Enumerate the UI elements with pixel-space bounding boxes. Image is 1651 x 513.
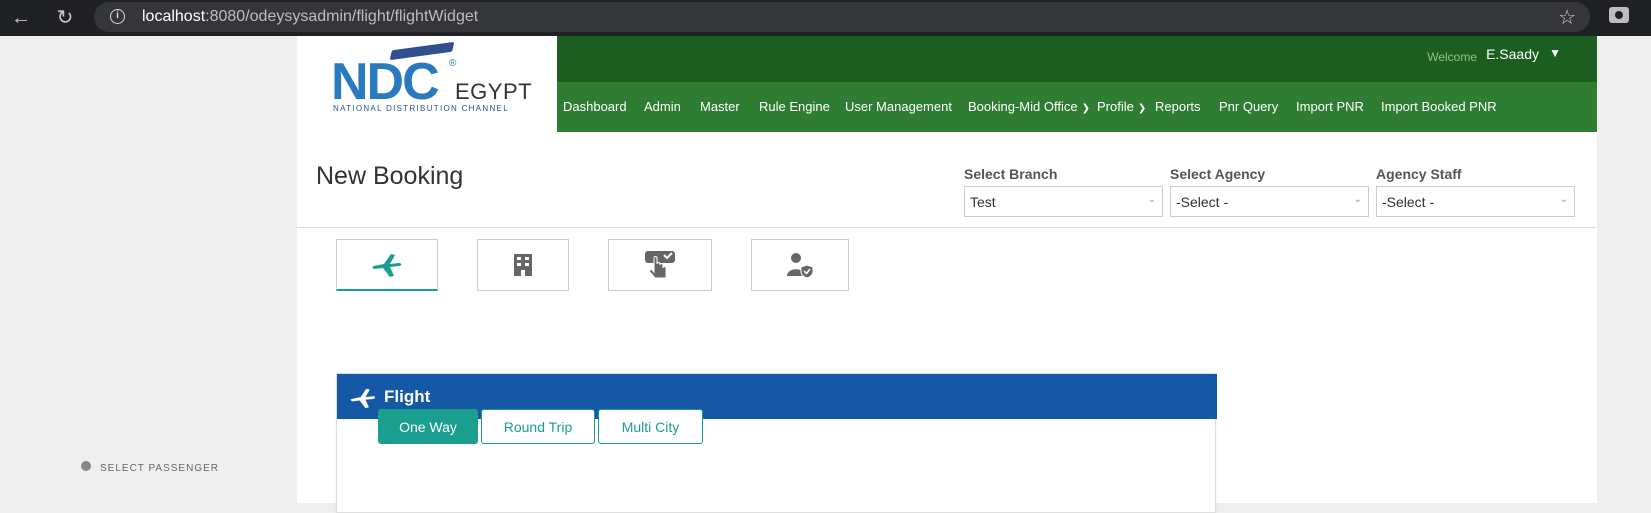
nav-reports[interactable]: Reports	[1155, 99, 1201, 114]
logo[interactable]: NDC ® EGYPT NATIONAL DISTRIBUTION CHANNE…	[297, 36, 557, 132]
branch-select[interactable]: Test ⌄	[964, 186, 1163, 217]
nav-master[interactable]: Master	[700, 99, 740, 114]
nav-admin[interactable]: Admin	[644, 99, 681, 114]
nav-dashboard[interactable]: Dashboard	[563, 99, 627, 114]
url-host: localhost	[142, 8, 206, 25]
flight-panel-title: Flight	[384, 387, 431, 406]
user-shield-icon	[787, 253, 814, 279]
airplane-icon	[350, 388, 376, 409]
tab-insurance[interactable]	[751, 239, 849, 291]
tab-flight[interactable]	[336, 239, 438, 291]
tab-select[interactable]	[608, 239, 712, 291]
agency-label: Select Agency	[1170, 166, 1266, 182]
branch-value: Test	[970, 194, 996, 210]
hand-select-icon	[645, 251, 675, 279]
passenger-icon	[81, 461, 91, 471]
multi-city-button[interactable]: Multi City	[598, 409, 703, 444]
url-text[interactable]: localhost:8080/odeysysadmin/flight/fligh…	[142, 8, 478, 26]
agency-select[interactable]: -Select - ⌄	[1170, 186, 1369, 217]
logo-tagline: NATIONAL DISTRIBUTION CHANNEL	[333, 104, 509, 113]
bookmark-star-icon[interactable]: ☆	[1558, 5, 1576, 30]
chevron-down-icon: ⌄	[1147, 194, 1156, 205]
logo-brand: NDC	[331, 53, 440, 111]
main-nav: Dashboard Admin Master Rule Engine User …	[557, 82, 1597, 132]
round-trip-button[interactable]: Round Trip	[481, 409, 595, 444]
info-icon[interactable]: i	[110, 9, 125, 24]
staff-label: Agency Staff	[1376, 166, 1462, 182]
select-passenger-label: SELECT PASSENGER	[100, 463, 219, 474]
chevron-down-icon: ⌄	[1353, 194, 1362, 205]
agency-filter: Select Agency -Select - ⌄	[1170, 166, 1369, 217]
page-title: New Booking	[316, 162, 464, 190]
staff-value: -Select -	[1382, 194, 1435, 210]
nav-import-booked-pnr[interactable]: Import Booked PNR	[1381, 99, 1497, 114]
nav-pnr-query[interactable]: Pnr Query	[1219, 99, 1278, 114]
header-divider	[297, 227, 1597, 228]
nav-rule-engine[interactable]: Rule Engine	[759, 99, 830, 114]
back-arrow-icon[interactable]: ←	[8, 5, 34, 31]
chevron-down-icon: ❯	[1081, 103, 1090, 114]
nav-booking-mid-office[interactable]: Booking-Mid Office ❯	[968, 99, 1090, 114]
url-path: :8080/odeysysadmin/flight/flightWidget	[205, 8, 479, 25]
nav-profile-label: Profile	[1097, 99, 1134, 114]
hotel-building-icon	[514, 254, 532, 276]
address-bar[interactable]: i localhost:8080/odeysysadmin/flight/fli…	[94, 2, 1590, 32]
nav-booking-mid-office-label: Booking-Mid Office	[968, 99, 1078, 114]
chevron-down-icon: ⌄	[1559, 194, 1568, 205]
camera-icon[interactable]	[1609, 7, 1629, 23]
user-menu[interactable]: E.Saady	[1486, 46, 1539, 62]
welcome-text: Welcome	[1427, 50, 1477, 64]
nav-profile[interactable]: Profile ❯	[1097, 99, 1146, 114]
agency-value: -Select -	[1176, 194, 1229, 210]
nav-user-management[interactable]: User Management	[845, 99, 952, 114]
staff-select[interactable]: -Select - ⌄	[1376, 186, 1575, 217]
one-way-button[interactable]: One Way	[378, 409, 478, 444]
airplane-icon	[372, 253, 402, 277]
chevron-down-icon: ❯	[1137, 103, 1147, 114]
nav-import-pnr[interactable]: Import PNR	[1296, 99, 1364, 114]
tab-hotel[interactable]	[477, 239, 569, 291]
branch-filter: Select Branch Test ⌄	[964, 166, 1163, 217]
top-bar: Welcome E.Saady ▼	[557, 36, 1597, 82]
reload-icon[interactable]: ↻	[52, 5, 78, 31]
branch-label: Select Branch	[964, 166, 1058, 182]
logo-country: EGYPT	[455, 79, 533, 104]
caret-down-icon[interactable]: ▼	[1549, 46, 1561, 60]
logo-registered-mark: ®	[449, 58, 457, 69]
browser-toolbar: ← ↻ i localhost:8080/odeysysadmin/flight…	[0, 0, 1651, 36]
staff-filter: Agency Staff -Select - ⌄	[1376, 166, 1575, 217]
